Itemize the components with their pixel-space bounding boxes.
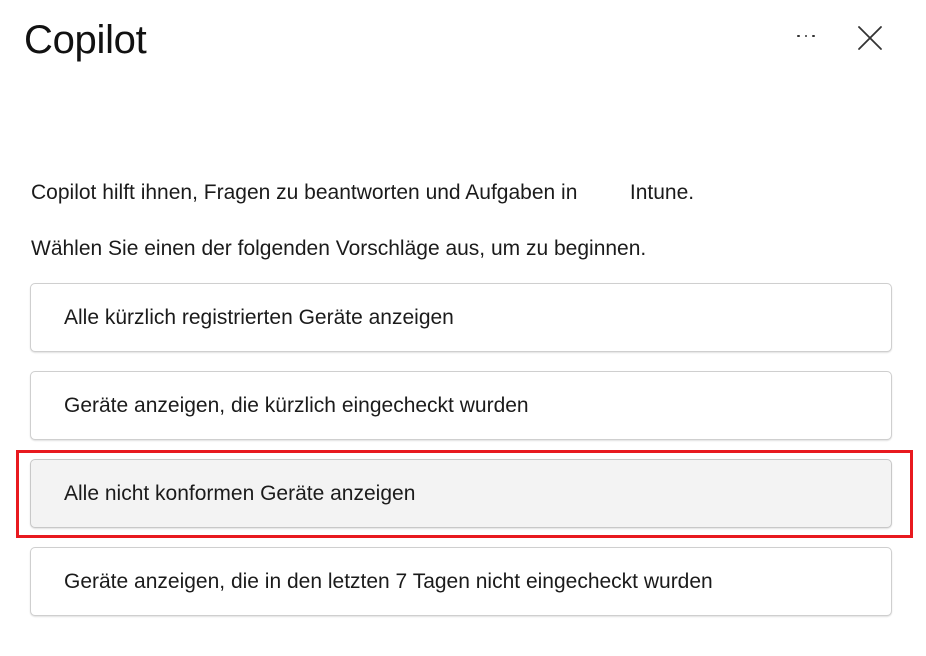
instruction-text: Wählen Sie einen der folgenden Vorschläg… — [31, 237, 647, 260]
suggestion-label: Alle kürzlich registrierten Geräte anzei… — [64, 305, 454, 329]
panel-title: Copilot — [24, 18, 147, 62]
intro-text: Copilot hilft ihnen, Fragen zu beantwort… — [31, 181, 695, 204]
copilot-panel: Copilot Copilot hilft ihnen, Fragen zu b… — [0, 0, 926, 656]
suggestion-label: Geräte anzeigen, die in den letzten 7 Ta… — [64, 569, 713, 593]
more-options-button[interactable] — [786, 18, 826, 54]
suggestion-recently-checked-in-devices[interactable]: Geräte anzeigen, die kürzlich eingecheck… — [30, 371, 892, 440]
suggestion-label: Geräte anzeigen, die kürzlich eingecheck… — [64, 393, 529, 417]
close-button[interactable] — [850, 18, 890, 58]
suggestion-not-checked-in-7-days[interactable]: Geräte anzeigen, die in den letzten 7 Ta… — [30, 547, 892, 616]
close-icon — [858, 26, 882, 50]
suggestion-label: Alle nicht konformen Geräte anzeigen — [64, 481, 416, 505]
suggestion-recently-enrolled-devices[interactable]: Alle kürzlich registrierten Geräte anzei… — [30, 283, 892, 352]
suggestion-noncompliant-devices[interactable]: Alle nicht konformen Geräte anzeigen — [30, 459, 892, 528]
more-horizontal-icon — [797, 34, 815, 38]
